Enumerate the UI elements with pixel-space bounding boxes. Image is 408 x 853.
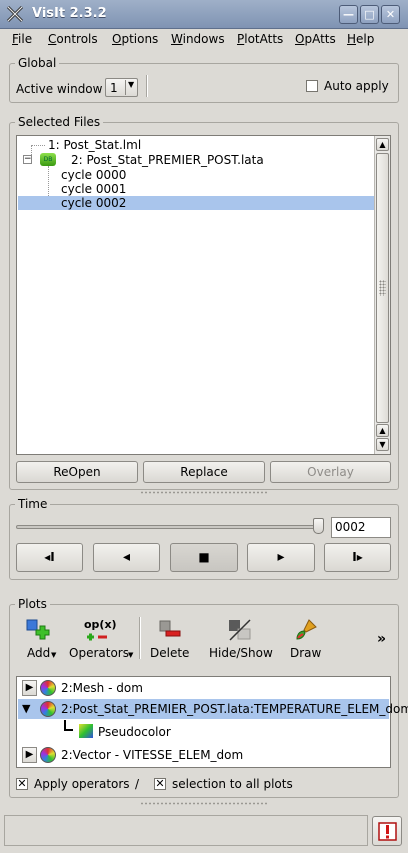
add-plot-icon — [26, 619, 50, 640]
minimize-button[interactable]: — — [339, 5, 358, 24]
time-group-title: Time — [15, 497, 51, 511]
time-slider-handle[interactable] — [313, 518, 324, 534]
add-button[interactable]: Add ▼ — [22, 614, 58, 664]
menu-opatts[interactable]: OpAtts — [295, 32, 336, 46]
draw-button[interactable]: Draw — [286, 614, 326, 664]
hide-show-label: Hide/Show — [209, 646, 273, 660]
active-window-select[interactable]: 1 ▼ — [105, 78, 138, 97]
apply-selection-label: selection to all plots — [172, 777, 293, 791]
plot-child-row[interactable]: Pseudocolor — [18, 720, 389, 743]
select-divider — [125, 80, 126, 95]
plot-status-icon — [40, 701, 56, 717]
collapse-arrow-icon[interactable]: ▼ — [22, 702, 30, 715]
plot-label: 2:Mesh - dom — [61, 681, 143, 695]
close-button[interactable]: ✕ — [381, 5, 400, 24]
menu-file[interactable]: File — [12, 32, 32, 46]
global-group-title: Global — [15, 56, 60, 70]
collapse-icon[interactable]: − — [23, 155, 32, 164]
separator-slash: / — [135, 777, 140, 791]
hide-show-icon — [229, 619, 251, 641]
tree-line — [31, 145, 45, 146]
time-field[interactable]: 0002 — [331, 517, 391, 538]
expand-icon[interactable]: ▶ — [22, 680, 37, 696]
operators-button[interactable]: op(x) Operators ▼ — [67, 614, 137, 664]
auto-apply-checkbox[interactable] — [306, 80, 318, 92]
plot-row[interactable]: ▶ 2:Mesh - dom — [18, 678, 389, 698]
output-button[interactable] — [372, 816, 402, 846]
plot-child-label: Pseudocolor — [98, 725, 171, 739]
cycle-item-selected[interactable]: cycle 0002 — [18, 196, 374, 210]
window-title: VisIt 2.3.2 — [32, 6, 107, 21]
play-reverse-button[interactable]: ◂ — [93, 543, 160, 572]
plot-status-icon — [40, 747, 56, 763]
expand-icon[interactable]: ▶ — [22, 747, 37, 763]
draw-label: Draw — [290, 646, 322, 660]
plot-label: 2:Post_Stat_PREMIER_POST.lata:TEMPERATUR… — [61, 702, 408, 716]
paintbrush-icon — [296, 619, 317, 640]
splitter-handle[interactable] — [140, 491, 268, 494]
menu-plotatts[interactable]: PlotAtts — [237, 32, 283, 46]
replace-button[interactable]: Replace — [143, 461, 265, 483]
status-bar — [4, 815, 368, 846]
file-item[interactable]: 1: Post_Stat.lml — [48, 138, 141, 152]
chevron-down-icon: ▼ — [128, 80, 135, 89]
dropdown-arrow-icon: ▼ — [51, 651, 57, 659]
menu-windows[interactable]: Windows — [171, 32, 225, 46]
selected-files-title: Selected Files — [15, 115, 104, 129]
auto-apply-label: Auto apply — [324, 79, 389, 93]
toolbar-separator — [139, 617, 141, 659]
step-back-button[interactable]: ◂I — [16, 543, 83, 572]
toolbar-separator — [146, 75, 148, 97]
plot-row[interactable]: ▶ 2:Vector - VITESSE_ELEM_dom — [18, 745, 389, 765]
cycle-item[interactable]: cycle 0000 — [61, 168, 126, 182]
scroll-up-button[interactable]: ▲ — [376, 138, 389, 151]
menu-bar: File Controls Options Windows PlotAtts O… — [0, 29, 408, 51]
stop-button[interactable]: ■ — [170, 543, 238, 572]
delete-label: Delete — [150, 646, 190, 660]
scroll-up-button[interactable]: ▲ — [376, 424, 389, 437]
plot-row-selected[interactable]: ▼ 2:Post_Stat_PREMIER_POST.lata:TEMPERAT… — [18, 699, 408, 719]
splitter-handle[interactable] — [140, 802, 268, 805]
operator-plus-minus-icon — [87, 633, 107, 641]
pseudocolor-icon — [79, 724, 93, 738]
dropdown-arrow-icon: ▼ — [128, 651, 134, 659]
reopen-button[interactable]: ReOpen — [16, 461, 138, 483]
visit-logo-icon — [6, 5, 24, 23]
cycle-item[interactable]: cycle 0001 — [61, 182, 126, 196]
scroll-grip — [379, 280, 386, 296]
time-slider-track[interactable] — [16, 525, 324, 529]
step-forward-button[interactable]: I▸ — [324, 543, 391, 572]
hide-show-button[interactable]: Hide/Show — [206, 614, 274, 664]
file-tree[interactable]: 1: Post_Stat.lml − DB 2: Post_Stat_PREMI… — [16, 135, 391, 455]
apply-operators-label: Apply operators — [34, 777, 130, 791]
plot-label: 2:Vector - VITESSE_ELEM_dom — [61, 748, 244, 762]
alert-icon — [378, 822, 397, 841]
database-icon: DB — [40, 153, 56, 166]
active-window-label: Active window — [16, 82, 103, 96]
file-tree-scrollbar[interactable]: ▲ ▲ ▼ — [374, 136, 390, 454]
play-button[interactable]: ▸ — [247, 543, 315, 572]
operators-label: Operators — [69, 646, 129, 660]
delete-button[interactable]: Delete — [147, 614, 193, 664]
file-item[interactable]: 2: Post_Stat_PREMIER_POST.lata — [71, 153, 264, 167]
plot-list[interactable]: ▶ 2:Mesh - dom ▼ 2:Post_Stat_PREMIER_POS… — [16, 676, 408, 768]
tree-connector — [64, 720, 73, 731]
apply-selection-checkbox[interactable]: ✕ — [154, 778, 166, 790]
operators-icon: op(x) — [84, 618, 117, 631]
active-window-value: 1 — [110, 81, 118, 95]
delete-plot-icon — [159, 620, 181, 637]
add-label: Add — [27, 646, 51, 660]
scroll-thumb[interactable] — [376, 153, 389, 423]
menu-help[interactable]: Help — [347, 32, 374, 46]
plot-status-icon — [40, 680, 56, 696]
toolbar-overflow-button[interactable]: » — [377, 631, 386, 647]
maximize-button[interactable]: □ — [360, 5, 379, 24]
apply-operators-checkbox[interactable]: ✕ — [16, 778, 28, 790]
scroll-down-button[interactable]: ▼ — [376, 438, 389, 451]
menu-controls[interactable]: Controls — [48, 32, 98, 46]
title-bar[interactable]: VisIt 2.3.2 — □ ✕ — [0, 0, 408, 29]
menu-options[interactable]: Options — [112, 32, 158, 46]
plots-group-title: Plots — [15, 597, 50, 611]
overlay-button[interactable]: Overlay — [270, 461, 391, 483]
